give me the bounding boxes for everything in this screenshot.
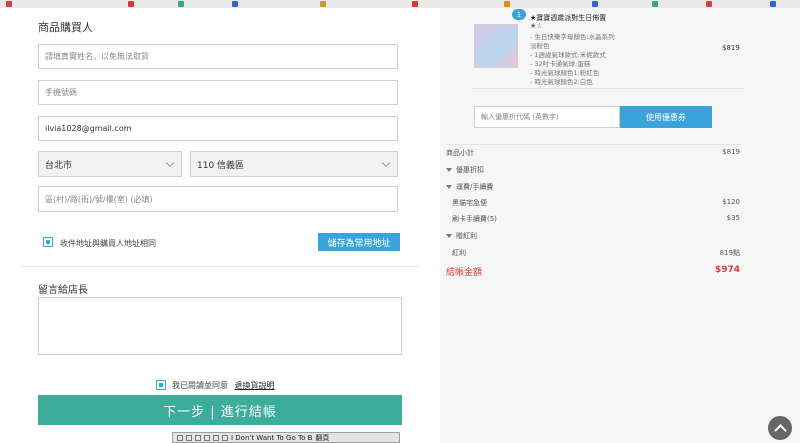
- phone-input[interactable]: 手機號碼: [38, 80, 398, 105]
- email-input[interactable]: ilvia1028@gmail.com: [38, 116, 398, 141]
- media-player-bar: I Don't Want To Go To B 翻頁: [172, 432, 400, 443]
- volume-icon[interactable]: [222, 434, 228, 441]
- stop-icon[interactable]: [186, 434, 192, 441]
- total-row: 結帳金額 $974: [446, 265, 740, 278]
- window-icon[interactable]: [177, 434, 183, 441]
- card-fee-label: 刷卡手續費(5): [452, 215, 497, 223]
- chevron-down-icon: [165, 158, 175, 168]
- bookmark-icon[interactable]: [320, 1, 326, 7]
- bookmark-icon[interactable]: [652, 1, 658, 7]
- bonus-item-label: 紅利: [452, 249, 466, 257]
- buyer-section-title: 商品購買人: [38, 21, 93, 34]
- checkout-form-panel: [0, 8, 440, 443]
- city-select-value: 台北市: [45, 160, 73, 171]
- return-policy-link[interactable]: 退換貨說明: [235, 381, 275, 390]
- caret-down-icon: [446, 185, 452, 189]
- card-fee-value: $35: [726, 214, 740, 222]
- discount-row[interactable]: 優惠折扣: [446, 165, 740, 175]
- total-label: 結帳金額: [446, 268, 483, 278]
- bookmark-icon[interactable]: [592, 1, 598, 7]
- scroll-to-top-icon[interactable]: [768, 416, 792, 440]
- bookmark-icon[interactable]: [412, 1, 418, 7]
- district-select-value: 110 信義區: [197, 160, 245, 171]
- delivery-value: $120: [722, 198, 740, 206]
- product-price: $819: [722, 44, 740, 52]
- agree-checkbox[interactable]: [156, 380, 166, 390]
- previous-icon[interactable]: [195, 434, 201, 441]
- bookmark-icon[interactable]: [706, 1, 712, 7]
- next-icon[interactable]: [213, 434, 219, 441]
- save-address-button[interactable]: 儲存為常用地址: [318, 233, 400, 251]
- product-option: - 時光氣球顏色2:白色: [530, 78, 593, 86]
- same-address-label: 收件地址與購買人地址相同: [60, 239, 156, 248]
- product-image[interactable]: [474, 24, 518, 68]
- total-value: $974: [714, 265, 740, 275]
- product-subtitle: ★☆: [530, 22, 543, 30]
- name-input[interactable]: 請填真實姓名，以免無法取貨: [38, 44, 398, 69]
- section-divider: [472, 88, 744, 89]
- shipping-label: 運費/手續費: [456, 183, 494, 191]
- bonus-item-row: 紅利 819點: [446, 248, 740, 258]
- section-divider: [20, 266, 420, 267]
- agree-text: 我已閱讀並同意 退換貨說明: [172, 380, 275, 391]
- delivery-label: 黑貓宅急便: [452, 199, 487, 207]
- delivery-fee-row: 黑貓宅急便 $120: [446, 198, 740, 208]
- order-summary-panel: [440, 8, 800, 443]
- district-select[interactable]: 110 信義區: [190, 151, 398, 177]
- bookmark-icon[interactable]: [770, 1, 776, 7]
- pause-icon[interactable]: [204, 434, 210, 441]
- player-more-button[interactable]: 翻頁: [315, 433, 329, 443]
- bookmark-icon[interactable]: [504, 1, 510, 7]
- subtotal-value: $819: [722, 148, 740, 156]
- address-input[interactable]: 區(村)/路(街)/號/樓(室) (必填): [38, 186, 398, 212]
- card-fee-row: 刷卡手續費(5) $35: [446, 214, 740, 224]
- use-coupon-button[interactable]: 使用優惠券: [620, 106, 712, 128]
- section-divider: [446, 144, 742, 145]
- bookmark-icon[interactable]: [232, 1, 238, 7]
- city-select[interactable]: 台北市: [38, 151, 182, 177]
- subtotal-label: 商品小計: [446, 149, 474, 157]
- bonus-label: 贈紅利: [456, 232, 477, 240]
- cart-count-badge: 1: [512, 9, 526, 20]
- coupon-input[interactable]: 輸入優惠折代碼 (英數字): [474, 106, 620, 128]
- track-title: I Don't Want To Go To B: [231, 433, 313, 442]
- bookmark-icon[interactable]: [6, 1, 12, 7]
- bookmark-icon[interactable]: [128, 1, 134, 7]
- bonus-item-value: 819點: [719, 249, 740, 257]
- message-textarea[interactable]: [38, 297, 402, 355]
- discount-label: 優惠折扣: [456, 166, 484, 174]
- bookmark-icon[interactable]: [178, 1, 184, 7]
- chevron-down-icon: [381, 158, 391, 168]
- caret-down-icon: [446, 234, 452, 238]
- caret-down-icon: [446, 168, 452, 172]
- next-checkout-button[interactable]: 下一步 | 進行結帳: [38, 395, 402, 425]
- subtotal-row: 商品小計 $819: [446, 148, 740, 158]
- same-address-checkbox[interactable]: [43, 237, 53, 247]
- message-section-title: 留言給店長: [38, 285, 88, 296]
- shipping-row[interactable]: 運費/手續費: [446, 182, 740, 192]
- bonus-row[interactable]: 贈紅利: [446, 231, 740, 241]
- agree-label: 我已閱讀並同意: [172, 381, 228, 390]
